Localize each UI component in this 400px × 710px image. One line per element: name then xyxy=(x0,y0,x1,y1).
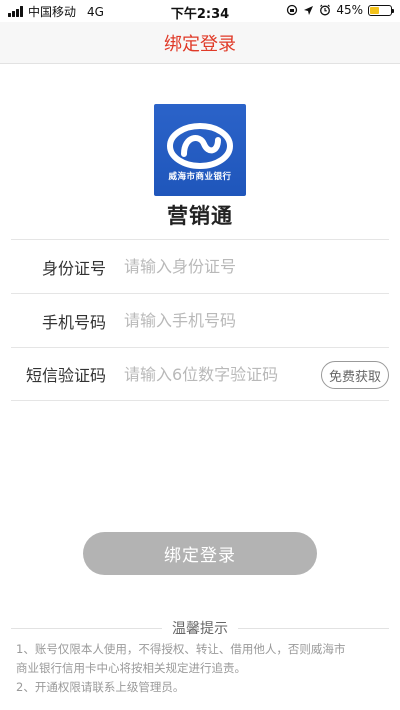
alarm-icon xyxy=(320,4,331,16)
id-label: 身份证号 xyxy=(41,258,106,278)
status-right: 45% xyxy=(286,3,394,17)
app-name: 营销通 xyxy=(167,204,233,228)
tips-divider-right xyxy=(238,627,389,629)
location-icon xyxy=(304,5,314,15)
tip-item-2: 2、开通权限请联系上级管理员。 xyxy=(16,680,185,694)
bind-login-button[interactable]: 绑定登录 xyxy=(83,532,317,575)
tips-header: 温馨提示 xyxy=(11,619,389,637)
battery-fill xyxy=(370,6,379,14)
page-title: 绑定登录 xyxy=(164,33,236,55)
tip-item-1-line-2: 商业银行信用卡中心将按相关规定进行追责。 xyxy=(16,661,246,675)
bank-logo: 威海市商业银行 xyxy=(154,104,246,196)
sms-code-input[interactable] xyxy=(124,364,304,384)
tips-title: 温馨提示 xyxy=(172,621,228,637)
get-code-button[interactable]: 免费获取 xyxy=(321,361,389,389)
sms-label: 短信验证码 xyxy=(25,366,106,385)
id-row: 身份证号 xyxy=(11,239,389,293)
tip-item-1-line-1: 1、账号仅限本人使用，不得授权、转让、借用他人，否则威海市 xyxy=(16,642,346,656)
lock-rotation-icon xyxy=(287,4,298,16)
battery-percent: 45% xyxy=(336,3,363,17)
nav-bar: 绑定登录 xyxy=(0,22,400,64)
bank-logo-emblem xyxy=(167,123,233,169)
id-input[interactable] xyxy=(124,257,364,276)
phone-row: 手机号码 xyxy=(11,293,389,347)
phone-label: 手机号码 xyxy=(41,312,106,332)
bank-logo-text: 威海市商业银行 xyxy=(168,172,232,182)
phone-input[interactable] xyxy=(124,311,364,330)
status-bar: 中国移动 4G 下午2:34 45% xyxy=(0,0,400,22)
tips-divider-left xyxy=(11,627,162,629)
sms-row: 短信验证码 免费获取 xyxy=(11,347,389,401)
battery-icon xyxy=(368,4,394,16)
